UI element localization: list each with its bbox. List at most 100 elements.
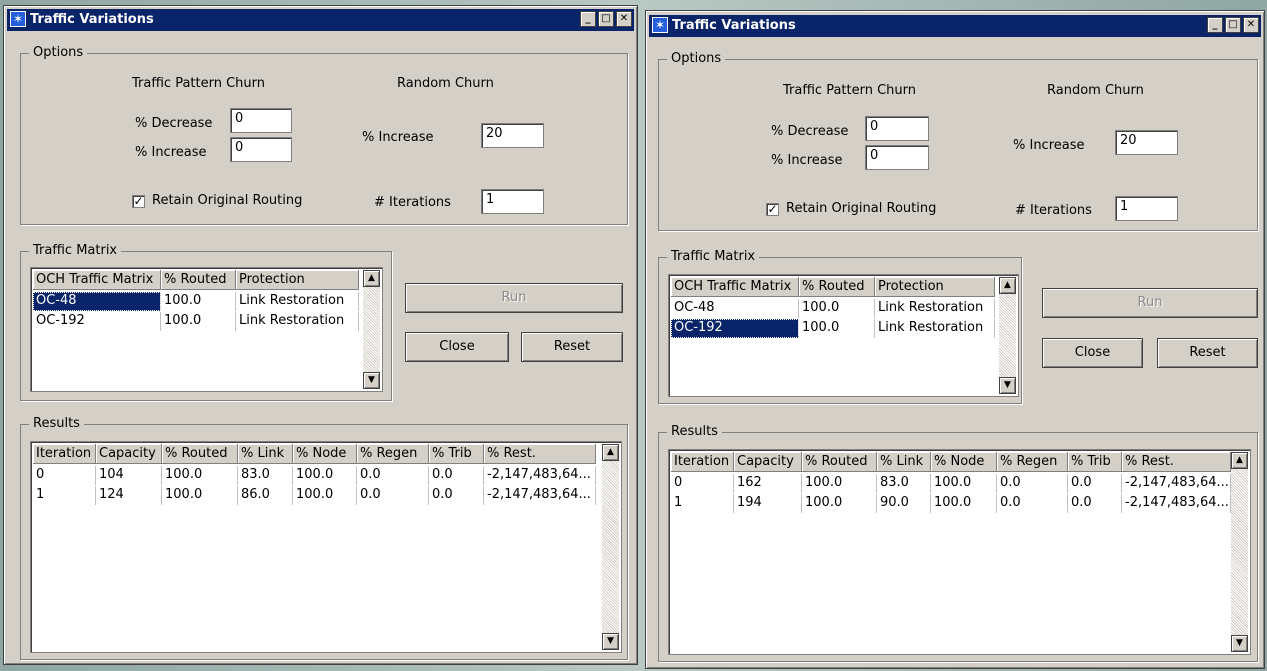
scroll-down-icon[interactable]: ▼ xyxy=(999,377,1016,394)
random-pct-increase-label: % Increase xyxy=(1013,138,1085,153)
column-header[interactable]: % Regen xyxy=(357,444,429,464)
maximize-button[interactable]: □ xyxy=(598,11,614,27)
close-window-button[interactable]: ✕ xyxy=(616,11,632,27)
table-cell: 0.0 xyxy=(997,494,1068,513)
table-cell: -2,147,483,64... xyxy=(484,486,596,505)
table-cell: 1 xyxy=(671,494,734,513)
title-bar[interactable]: ✶ Traffic Variations _ □ ✕ xyxy=(7,9,634,31)
pct-increase-input[interactable]: 0 xyxy=(230,137,292,162)
results-list[interactable]: Iteration Capacity % Routed % Link % Nod… xyxy=(668,449,1251,655)
random-pct-increase-input[interactable]: 20 xyxy=(481,123,544,148)
iterations-input[interactable]: 1 xyxy=(1115,196,1178,221)
scroll-up-icon[interactable]: ▲ xyxy=(363,270,380,287)
reset-button[interactable]: Reset xyxy=(521,332,623,362)
title-bar[interactable]: ✶ Traffic Variations _ □ ✕ xyxy=(649,15,1261,37)
table-cell: 0.0 xyxy=(1068,474,1122,493)
results-group-label: Results xyxy=(29,416,84,431)
table-row[interactable]: OC-192 100.0 Link Restoration xyxy=(671,319,995,338)
column-header[interactable]: % Routed xyxy=(161,270,236,290)
table-cell: 100.0 xyxy=(293,486,357,505)
table-row[interactable]: OC-48 100.0 Link Restoration xyxy=(33,292,359,311)
retain-routing-checkbox[interactable]: ✓ xyxy=(132,195,145,208)
maximize-button[interactable]: □ xyxy=(1225,17,1241,33)
close-button[interactable]: Close xyxy=(1042,338,1143,368)
traffic-variations-window-left: ✶ Traffic Variations _ □ ✕ Options Traff… xyxy=(3,5,638,665)
retain-routing-checkbox[interactable]: ✓ xyxy=(766,203,779,216)
table-cell: 90.0 xyxy=(877,494,931,513)
column-header[interactable]: % Trib xyxy=(429,444,484,464)
column-header[interactable]: OCH Traffic Matrix xyxy=(33,270,161,290)
table-cell: 100.0 xyxy=(931,474,997,493)
column-header[interactable]: % Routed xyxy=(799,277,875,297)
close-window-button[interactable]: ✕ xyxy=(1243,17,1259,33)
table-row[interactable]: 0 162 100.0 83.0 100.0 0.0 0.0 -2,147,48… xyxy=(671,474,1231,493)
scroll-down-icon[interactable]: ▼ xyxy=(602,633,619,650)
traffic-matrix-list[interactable]: OCH Traffic Matrix % Routed Protection O… xyxy=(668,274,1019,397)
table-row[interactable]: 1 124 100.0 86.0 100.0 0.0 0.0 -2,147,48… xyxy=(33,486,596,505)
table-cell: -2,147,483,64... xyxy=(1122,494,1231,513)
scroll-down-icon[interactable]: ▼ xyxy=(363,372,380,389)
random-pct-increase-input[interactable]: 20 xyxy=(1115,130,1178,155)
column-header[interactable]: % Link xyxy=(238,444,293,464)
table-cell: 194 xyxy=(734,494,802,513)
window-title: Traffic Variations xyxy=(30,12,154,27)
table-cell: 100.0 xyxy=(162,486,238,505)
column-header[interactable]: % Rest. xyxy=(1122,452,1231,472)
run-button[interactable]: Run xyxy=(405,283,623,313)
close-button[interactable]: Close xyxy=(405,332,509,362)
column-header[interactable]: % Node xyxy=(931,452,997,472)
table-row[interactable]: OC-192 100.0 Link Restoration xyxy=(33,312,359,331)
minimize-button[interactable]: _ xyxy=(580,11,596,27)
table-cell: 100.0 xyxy=(162,466,238,485)
vertical-scrollbar[interactable]: ▲ ▼ xyxy=(602,444,619,650)
column-header[interactable]: Iteration xyxy=(671,452,734,472)
column-header[interactable]: % Routed xyxy=(802,452,877,472)
pct-decrease-input[interactable]: 0 xyxy=(230,108,292,133)
retain-routing-label: Retain Original Routing xyxy=(786,201,937,216)
table-cell: 0.0 xyxy=(997,474,1068,493)
column-header[interactable]: % Regen xyxy=(997,452,1068,472)
scroll-up-icon[interactable]: ▲ xyxy=(602,444,619,461)
column-header[interactable]: Iteration xyxy=(33,444,96,464)
column-header[interactable]: Capacity xyxy=(734,452,802,472)
results-group-label: Results xyxy=(667,424,722,439)
scroll-up-icon[interactable]: ▲ xyxy=(999,277,1016,294)
traffic-matrix-list[interactable]: OCH Traffic Matrix % Routed Protection O… xyxy=(30,267,383,392)
column-header[interactable]: OCH Traffic Matrix xyxy=(671,277,799,297)
table-row[interactable]: OC-48 100.0 Link Restoration xyxy=(671,299,995,318)
table-cell: 0 xyxy=(33,466,96,485)
table-cell: 100.0 xyxy=(161,312,236,331)
table-row[interactable]: 1 194 100.0 90.0 100.0 0.0 0.0 -2,147,48… xyxy=(671,494,1231,513)
column-header[interactable]: Protection xyxy=(236,270,359,290)
column-header[interactable]: % Routed xyxy=(162,444,238,464)
column-header[interactable]: % Link xyxy=(877,452,931,472)
table-cell: 83.0 xyxy=(238,466,293,485)
table-row[interactable]: 0 104 100.0 83.0 100.0 0.0 0.0 -2,147,48… xyxy=(33,466,596,485)
pct-decrease-input[interactable]: 0 xyxy=(865,116,929,141)
vertical-scrollbar[interactable]: ▲ ▼ xyxy=(1231,452,1248,652)
table-cell: OC-192 xyxy=(33,312,161,331)
minimize-button[interactable]: _ xyxy=(1207,17,1223,33)
column-header[interactable]: Capacity xyxy=(96,444,162,464)
iterations-label: # Iterations xyxy=(374,195,451,210)
pct-increase-input[interactable]: 0 xyxy=(865,145,929,170)
scroll-down-icon[interactable]: ▼ xyxy=(1231,635,1248,652)
column-header[interactable]: Protection xyxy=(875,277,995,297)
table-cell: 83.0 xyxy=(877,474,931,493)
scroll-up-icon[interactable]: ▲ xyxy=(1231,452,1248,469)
reset-button[interactable]: Reset xyxy=(1157,338,1258,368)
iterations-input[interactable]: 1 xyxy=(481,189,544,214)
vertical-scrollbar[interactable]: ▲ ▼ xyxy=(363,270,380,389)
table-cell: OC-192 xyxy=(671,319,799,338)
column-header[interactable]: % Rest. xyxy=(484,444,596,464)
vertical-scrollbar[interactable]: ▲ ▼ xyxy=(999,277,1016,394)
results-list[interactable]: Iteration Capacity % Routed % Link % Nod… xyxy=(30,441,622,653)
table-cell: OC-48 xyxy=(33,292,161,311)
table-cell: 100.0 xyxy=(802,474,877,493)
column-header[interactable]: % Trib xyxy=(1068,452,1122,472)
options-group: Options Traffic Pattern Churn Random Chu… xyxy=(20,45,628,225)
run-button[interactable]: Run xyxy=(1042,288,1258,318)
options-group-label: Options xyxy=(667,51,726,66)
table-cell: 100.0 xyxy=(293,466,357,485)
column-header[interactable]: % Node xyxy=(293,444,357,464)
